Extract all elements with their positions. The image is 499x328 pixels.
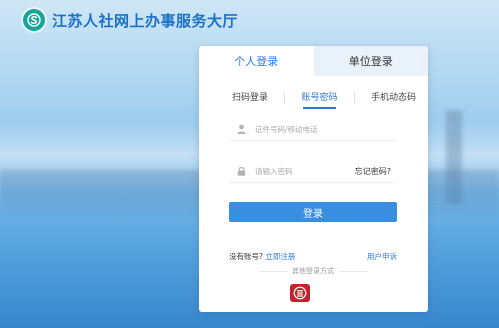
account-input[interactable] <box>253 123 367 135</box>
login-method-tabs: 扫码登录 账号密码 手机动态码 <box>199 90 428 109</box>
subtab-divider <box>284 93 286 103</box>
tab-organization-login[interactable]: 单位登录 <box>313 46 428 76</box>
register-prompt: 没有账号? <box>229 252 263 261</box>
subtab-qr-login[interactable]: 扫码登录 <box>232 90 268 106</box>
other-login-label: 其他登录方式 <box>292 267 334 275</box>
login-card: 个人登录 单位登录 扫码登录 账号密码 手机动态码 忘记密码? 登录 没有账号? <box>199 46 428 312</box>
login-button[interactable]: 登录 <box>229 202 397 222</box>
subtab-divider <box>353 93 355 103</box>
user-appeal-link[interactable]: 用户申诉 <box>367 251 397 262</box>
account-field <box>229 118 397 141</box>
bank-app-icon[interactable] <box>290 284 310 302</box>
site-title: 江苏人社网上办事服务大厅 <box>52 11 239 30</box>
divider-line <box>339 270 367 272</box>
other-login-divider: 其他登录方式 <box>259 266 367 276</box>
site-header: 江苏人社网上办事服务大厅 <box>23 9 238 31</box>
password-input[interactable] <box>253 165 367 177</box>
lock-icon <box>235 166 247 176</box>
register-row: 没有账号? 立即注册 用户申诉 <box>229 251 397 262</box>
subtab-account-password[interactable]: 账号密码 <box>301 90 338 109</box>
tab-personal-login[interactable]: 个人登录 <box>199 46 314 76</box>
forgot-password-link[interactable]: 忘记密码? <box>355 166 391 177</box>
login-tabs: 个人登录 单位登录 <box>199 46 428 76</box>
user-icon <box>235 124 247 134</box>
password-field: 忘记密码? <box>229 160 397 183</box>
subtab-sms-code[interactable]: 手机动态码 <box>371 90 416 106</box>
register-link[interactable]: 立即注册 <box>265 252 295 261</box>
s-logo-icon <box>23 9 45 31</box>
divider-line <box>259 270 287 272</box>
